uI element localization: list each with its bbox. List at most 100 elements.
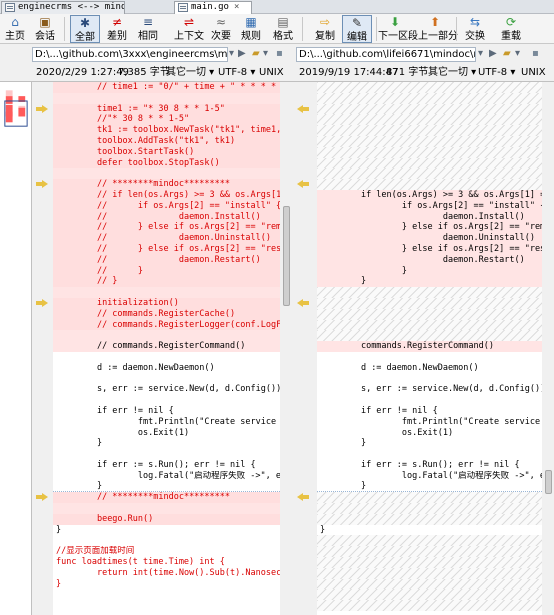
right-code-line[interactable]: if err := s.Run(); err != nil { <box>317 460 542 471</box>
right-code-line[interactable]: } <box>317 525 542 536</box>
left-code-line[interactable]: // } else if os.Args[2] == "remov <box>53 222 280 234</box>
left-code-line[interactable]: initialization() <box>53 297 280 309</box>
left-code-line[interactable] <box>53 589 280 600</box>
reload-button[interactable]: ⟳ 重载 <box>496 15 526 43</box>
right-code-line[interactable] <box>317 125 542 136</box>
left-code-line[interactable]: d := daemon.NewDaemon() <box>53 363 280 374</box>
right-scrollbar[interactable] <box>544 82 553 615</box>
next-section-button[interactable]: ⬇ 下一区段 <box>378 15 418 43</box>
right-code-line[interactable]: fmt.Println("Create service er <box>317 417 542 428</box>
left-code-pane[interactable]: // time1 := "0/" + time + " * * * * *" t… <box>53 82 280 615</box>
right-code-line[interactable] <box>317 492 542 504</box>
left-code-line[interactable] <box>53 92 280 104</box>
left-code-line[interactable]: //显示页面加载时间 <box>53 546 280 558</box>
left-code-line[interactable]: } <box>53 525 280 536</box>
left-code-line[interactable]: defer toolbox.StopTask() <box>53 157 280 169</box>
right-code-line[interactable] <box>317 546 542 558</box>
left-code-line[interactable] <box>53 449 280 460</box>
left-code-line[interactable] <box>53 395 280 406</box>
right-code-line[interactable]: daemon.Restart() <box>317 254 542 266</box>
left-code-line[interactable]: } <box>53 481 280 493</box>
left-code-line[interactable]: // commands.RegisterCache() <box>53 308 280 320</box>
left-code-line[interactable]: toolbox.AddTask("tk1", tk1) <box>53 135 280 147</box>
left-code-line[interactable] <box>53 352 280 363</box>
right-code-line[interactable] <box>317 567 542 579</box>
format-button[interactable]: ▤ 格式 <box>268 15 298 43</box>
right-code-line[interactable] <box>317 179 542 190</box>
right-code-line[interactable] <box>317 374 542 385</box>
left-code-line[interactable]: os.Exit(1) <box>53 428 280 439</box>
right-open-folder-icon[interactable]: ▰ <box>503 48 511 60</box>
right-code-line[interactable] <box>317 589 542 601</box>
left-code-line[interactable]: // if len(os.Args) >= 3 && os.Args[1] <box>53 189 280 201</box>
left-code-line[interactable]: } <box>53 578 280 590</box>
left-code-line[interactable]: // } <box>53 265 280 277</box>
right-code-line[interactable] <box>317 395 542 406</box>
right-code-line[interactable] <box>317 352 542 363</box>
right-code-line[interactable]: if err != nil { <box>317 406 542 417</box>
left-code-line[interactable] <box>53 600 280 611</box>
left-code-line[interactable]: // daemon.Install() <box>53 211 280 223</box>
copy-right-arrow-icon[interactable] <box>36 493 48 502</box>
left-code-line[interactable]: tk1 := toolbox.NewTask("tk1", time1, f <box>53 125 280 136</box>
swap-button[interactable]: ⇆ 交换 <box>460 15 490 43</box>
left-code-line[interactable]: s, err := service.New(d, d.Config()) <box>53 384 280 395</box>
right-code-line[interactable]: os.Exit(1) <box>317 428 542 439</box>
right-code-line[interactable]: if os.Args[2] == "install" { <box>317 200 542 212</box>
right-code-line[interactable]: } else if os.Args[2] == "remov <box>317 222 542 234</box>
left-code-line[interactable]: if err := s.Run(); err != nil { <box>53 460 280 471</box>
right-code-line[interactable] <box>317 146 542 158</box>
left-history-icon[interactable]: ▶ <box>238 48 246 60</box>
left-scrollbar[interactable] <box>282 82 291 615</box>
left-encoding-dropdown[interactable]: UTF-8 ▾ <box>218 64 255 82</box>
left-open-dropdown-icon[interactable]: ▾ <box>263 48 268 60</box>
right-code-line[interactable] <box>317 135 542 147</box>
left-code-line[interactable] <box>53 330 280 342</box>
left-code-line[interactable]: // } <box>53 276 280 288</box>
right-other-dropdown[interactable]: 其它一切 ▾ <box>428 64 476 82</box>
left-code-line[interactable]: return int(time.Now().Sub(t).Nanosecor <box>53 567 280 579</box>
right-code-line[interactable] <box>317 103 542 115</box>
all-button[interactable]: ✱ 全部 <box>70 15 100 43</box>
right-code-line[interactable] <box>317 449 542 460</box>
left-path-field[interactable]: D:\...\github.com\3xxx\engineercms\main.… <box>32 47 228 62</box>
left-code-line[interactable]: // commands.RegisterCommand() <box>53 341 280 352</box>
right-code-line[interactable] <box>317 319 542 331</box>
left-code-line[interactable]: toolbox.StartTask() <box>53 146 280 158</box>
tab-file[interactable]: main.go × <box>174 1 252 14</box>
right-path-field[interactable]: D:\...\github.com\lifei6671\mindoc\main.… <box>296 47 476 62</box>
left-code-line[interactable]: log.Fatal("启动程序失败 ->", er <box>53 471 280 482</box>
right-code-line[interactable] <box>317 82 542 93</box>
close-tab-icon[interactable]: × <box>234 2 239 12</box>
copy-right-arrow-icon[interactable] <box>36 180 48 189</box>
copy-right-arrow-icon[interactable] <box>36 104 48 113</box>
context-button[interactable]: ⇌ 上下文 <box>170 15 208 43</box>
copy-button[interactable]: ⇨ 复制 <box>310 15 340 43</box>
right-code-line[interactable]: } <box>317 481 542 493</box>
left-code-line[interactable]: beego.Run() <box>53 513 280 525</box>
copy-left-arrow-icon[interactable] <box>297 493 309 502</box>
right-code-line[interactable]: s, err := service.New(d, d.Config()) <box>317 384 542 395</box>
same-button[interactable]: ≡ 相同 <box>134 15 162 43</box>
left-code-line[interactable]: // commands.RegisterLogger(conf.LogFil <box>53 319 280 331</box>
right-scrollbar-thumb[interactable] <box>545 470 552 494</box>
left-code-line[interactable]: time1 := "* 30 8 * * 1-5" <box>53 103 280 115</box>
right-history-icon[interactable]: ▶ <box>489 48 497 60</box>
right-code-line[interactable] <box>317 287 542 298</box>
left-open-folder-icon[interactable]: ▰ <box>252 48 260 60</box>
left-code-line[interactable]: // if os.Args[2] == "install" { <box>53 200 280 212</box>
right-code-pane[interactable]: if len(os.Args) >= 3 && os.Args[1] == if… <box>317 82 542 615</box>
right-code-line[interactable]: log.Fatal("启动程序失败 ->", er <box>317 471 542 482</box>
right-code-line[interactable] <box>317 330 542 342</box>
left-path-dropdown-icon[interactable]: ▾ <box>229 48 234 60</box>
left-code-line[interactable]: // daemon.Restart() <box>53 254 280 266</box>
left-code-line[interactable]: // } else if os.Args[2] == "resta <box>53 243 280 255</box>
right-code-line[interactable] <box>317 578 542 590</box>
right-code-line[interactable] <box>317 297 542 309</box>
left-code-line[interactable] <box>53 287 280 298</box>
left-code-line[interactable]: // time1 := "0/" + time + " * * * * *" <box>53 82 280 93</box>
left-other-dropdown[interactable]: 其它一切 ▾ <box>166 64 214 82</box>
right-code-line[interactable]: } else if os.Args[2] == "resta <box>317 243 542 255</box>
diff-overview[interactable] <box>0 82 32 615</box>
edit-button[interactable]: ✎ 编辑 <box>342 15 372 43</box>
